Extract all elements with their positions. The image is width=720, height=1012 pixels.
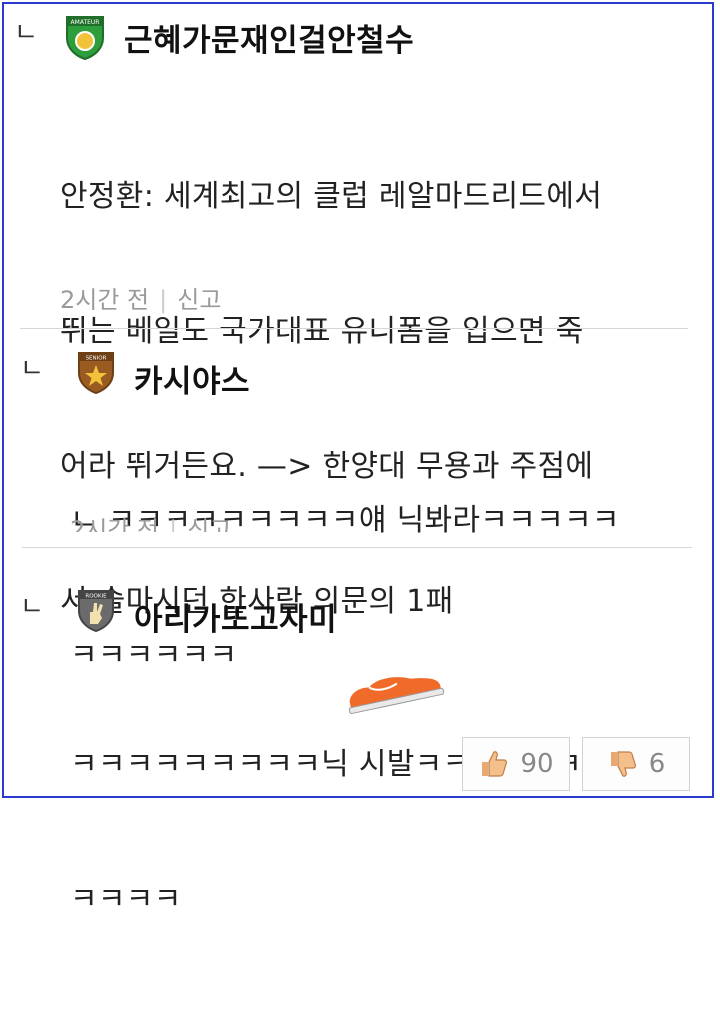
comment-divider <box>22 547 692 548</box>
rookie-badge-icon: ROOKIE <box>76 588 116 636</box>
thumbs-up-icon <box>478 748 510 780</box>
meta-separator: | <box>159 286 168 314</box>
senior-badge-icon: SENIOR <box>76 350 116 398</box>
meta-separator: | <box>169 516 178 532</box>
like-button[interactable]: 90 <box>462 737 570 791</box>
dislike-button[interactable]: 6 <box>582 737 690 791</box>
comment-line: ㅋㅋㅋㅋ <box>70 882 182 917</box>
timestamp: 2시간 전 <box>60 286 150 314</box>
comment-line: 안정환: 세계최고의 클럽 레알마드리드에서 <box>60 179 603 214</box>
badge-label: ROOKIE <box>85 594 107 600</box>
comment-line: 뛰는 베일도 국가대표 유니폼을 입으면 죽 <box>60 314 584 349</box>
dislike-count: 6 <box>648 749 666 779</box>
comment-divider <box>20 328 688 329</box>
username[interactable]: 근혜가문재인걸안철수 <box>124 15 414 60</box>
report-link[interactable]: 신고 <box>177 286 221 314</box>
reply-indicator: ㄴ <box>20 592 44 622</box>
username[interactable]: 아리가또고자미 <box>134 594 337 639</box>
reply-indicator: ㄴ <box>20 354 44 384</box>
timestamp: 2시간 전 <box>70 516 160 532</box>
badge-label: AMATEUR <box>71 19 100 26</box>
username[interactable]: 카시야스 <box>134 356 250 401</box>
comment-meta: 2시간 전 | 신고 <box>70 510 231 532</box>
report-link[interactable]: 신고 <box>187 516 231 532</box>
like-count: 90 <box>520 749 554 779</box>
reply-indicator: ㄴ <box>14 18 38 48</box>
thumbs-down-icon <box>607 748 639 780</box>
badge-label: SENIOR <box>86 356 107 362</box>
comment-meta: 2시간 전 | 신고 <box>60 280 221 315</box>
sneaker-sticker-icon <box>340 664 450 718</box>
amateur-badge-icon: AMATEUR <box>64 14 106 64</box>
